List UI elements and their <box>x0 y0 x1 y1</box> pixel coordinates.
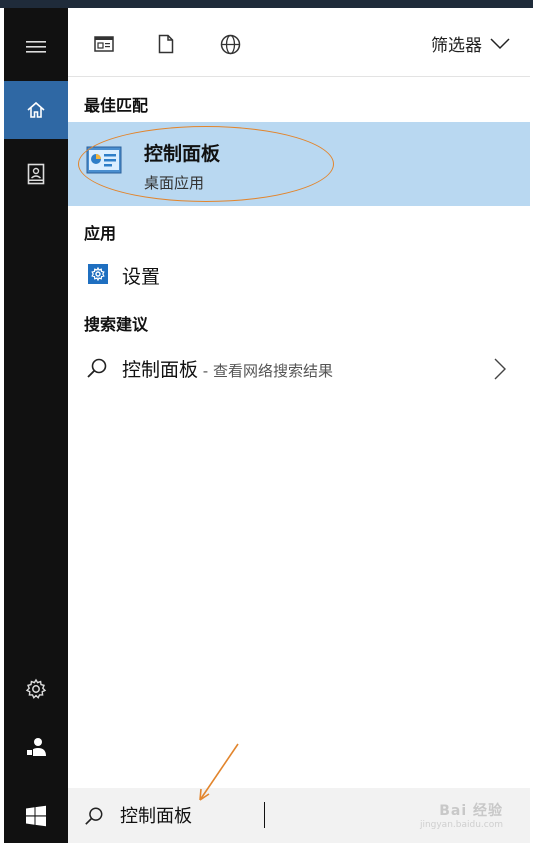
search-input[interactable] <box>120 801 380 829</box>
settings-button[interactable] <box>4 660 68 718</box>
filter-dropdown[interactable]: 筛选器 <box>431 31 510 56</box>
notebook-icon <box>27 163 45 185</box>
web-filter-button[interactable] <box>218 32 242 56</box>
apps-heading: 应用 <box>84 224 117 243</box>
settings-gear-icon <box>25 678 47 699</box>
window-top-border <box>0 0 533 8</box>
search-icon <box>85 807 103 825</box>
home-button[interactable] <box>4 81 68 139</box>
documents-filter-button[interactable] <box>92 32 116 56</box>
windows-logo-icon <box>26 805 46 826</box>
filter-label: 筛选器 <box>431 36 482 56</box>
watermark-url: jingyan.baidu.com <box>419 820 503 830</box>
suggestion-query: 控制面板 <box>122 359 199 381</box>
suggestion-extra: - 查看网络搜索结果 <box>198 362 333 380</box>
settings-app-label: 设置 <box>122 266 161 288</box>
text-caret <box>264 802 265 828</box>
files-filter-button[interactable] <box>154 32 178 56</box>
best-match-subtitle: 桌面应用 <box>144 174 205 192</box>
user-account-button[interactable] <box>4 718 68 776</box>
web-suggestion-result[interactable]: 控制面板 - 查看网络搜索结果 <box>68 348 530 388</box>
best-match-heading: 最佳匹配 <box>84 96 149 115</box>
results-toolbar: 筛选器 <box>68 8 530 77</box>
home-icon <box>27 101 45 118</box>
hamburger-menu-button[interactable] <box>4 18 68 76</box>
settings-app-result[interactable]: 设置 <box>68 258 530 294</box>
start-button[interactable] <box>4 788 68 843</box>
chevron-right-icon <box>494 358 506 380</box>
search-results-panel: 筛选器 最佳匹配 控制面板 桌面应用 应用 设置 搜索建议 控制面板 - 查看网… <box>68 8 530 788</box>
file-icon <box>158 34 174 54</box>
watermark: Bai 经验 <box>439 803 503 819</box>
document-list-icon <box>94 36 114 52</box>
suggestion-text: 控制面板 - 查看网络搜索结果 <box>122 355 333 382</box>
search-icon <box>87 358 107 378</box>
user-icon <box>26 738 46 756</box>
best-match-result[interactable]: 控制面板 桌面应用 <box>68 122 530 206</box>
best-match-title: 控制面板 <box>144 143 221 165</box>
globe-icon <box>220 34 240 54</box>
notebook-button[interactable] <box>4 145 68 203</box>
suggestions-heading: 搜索建议 <box>84 315 149 334</box>
settings-app-icon <box>88 264 108 284</box>
control-panel-icon <box>86 146 122 176</box>
hamburger-menu-icon <box>26 41 46 53</box>
start-sidebar <box>4 8 68 788</box>
chevron-down-icon <box>490 37 510 49</box>
